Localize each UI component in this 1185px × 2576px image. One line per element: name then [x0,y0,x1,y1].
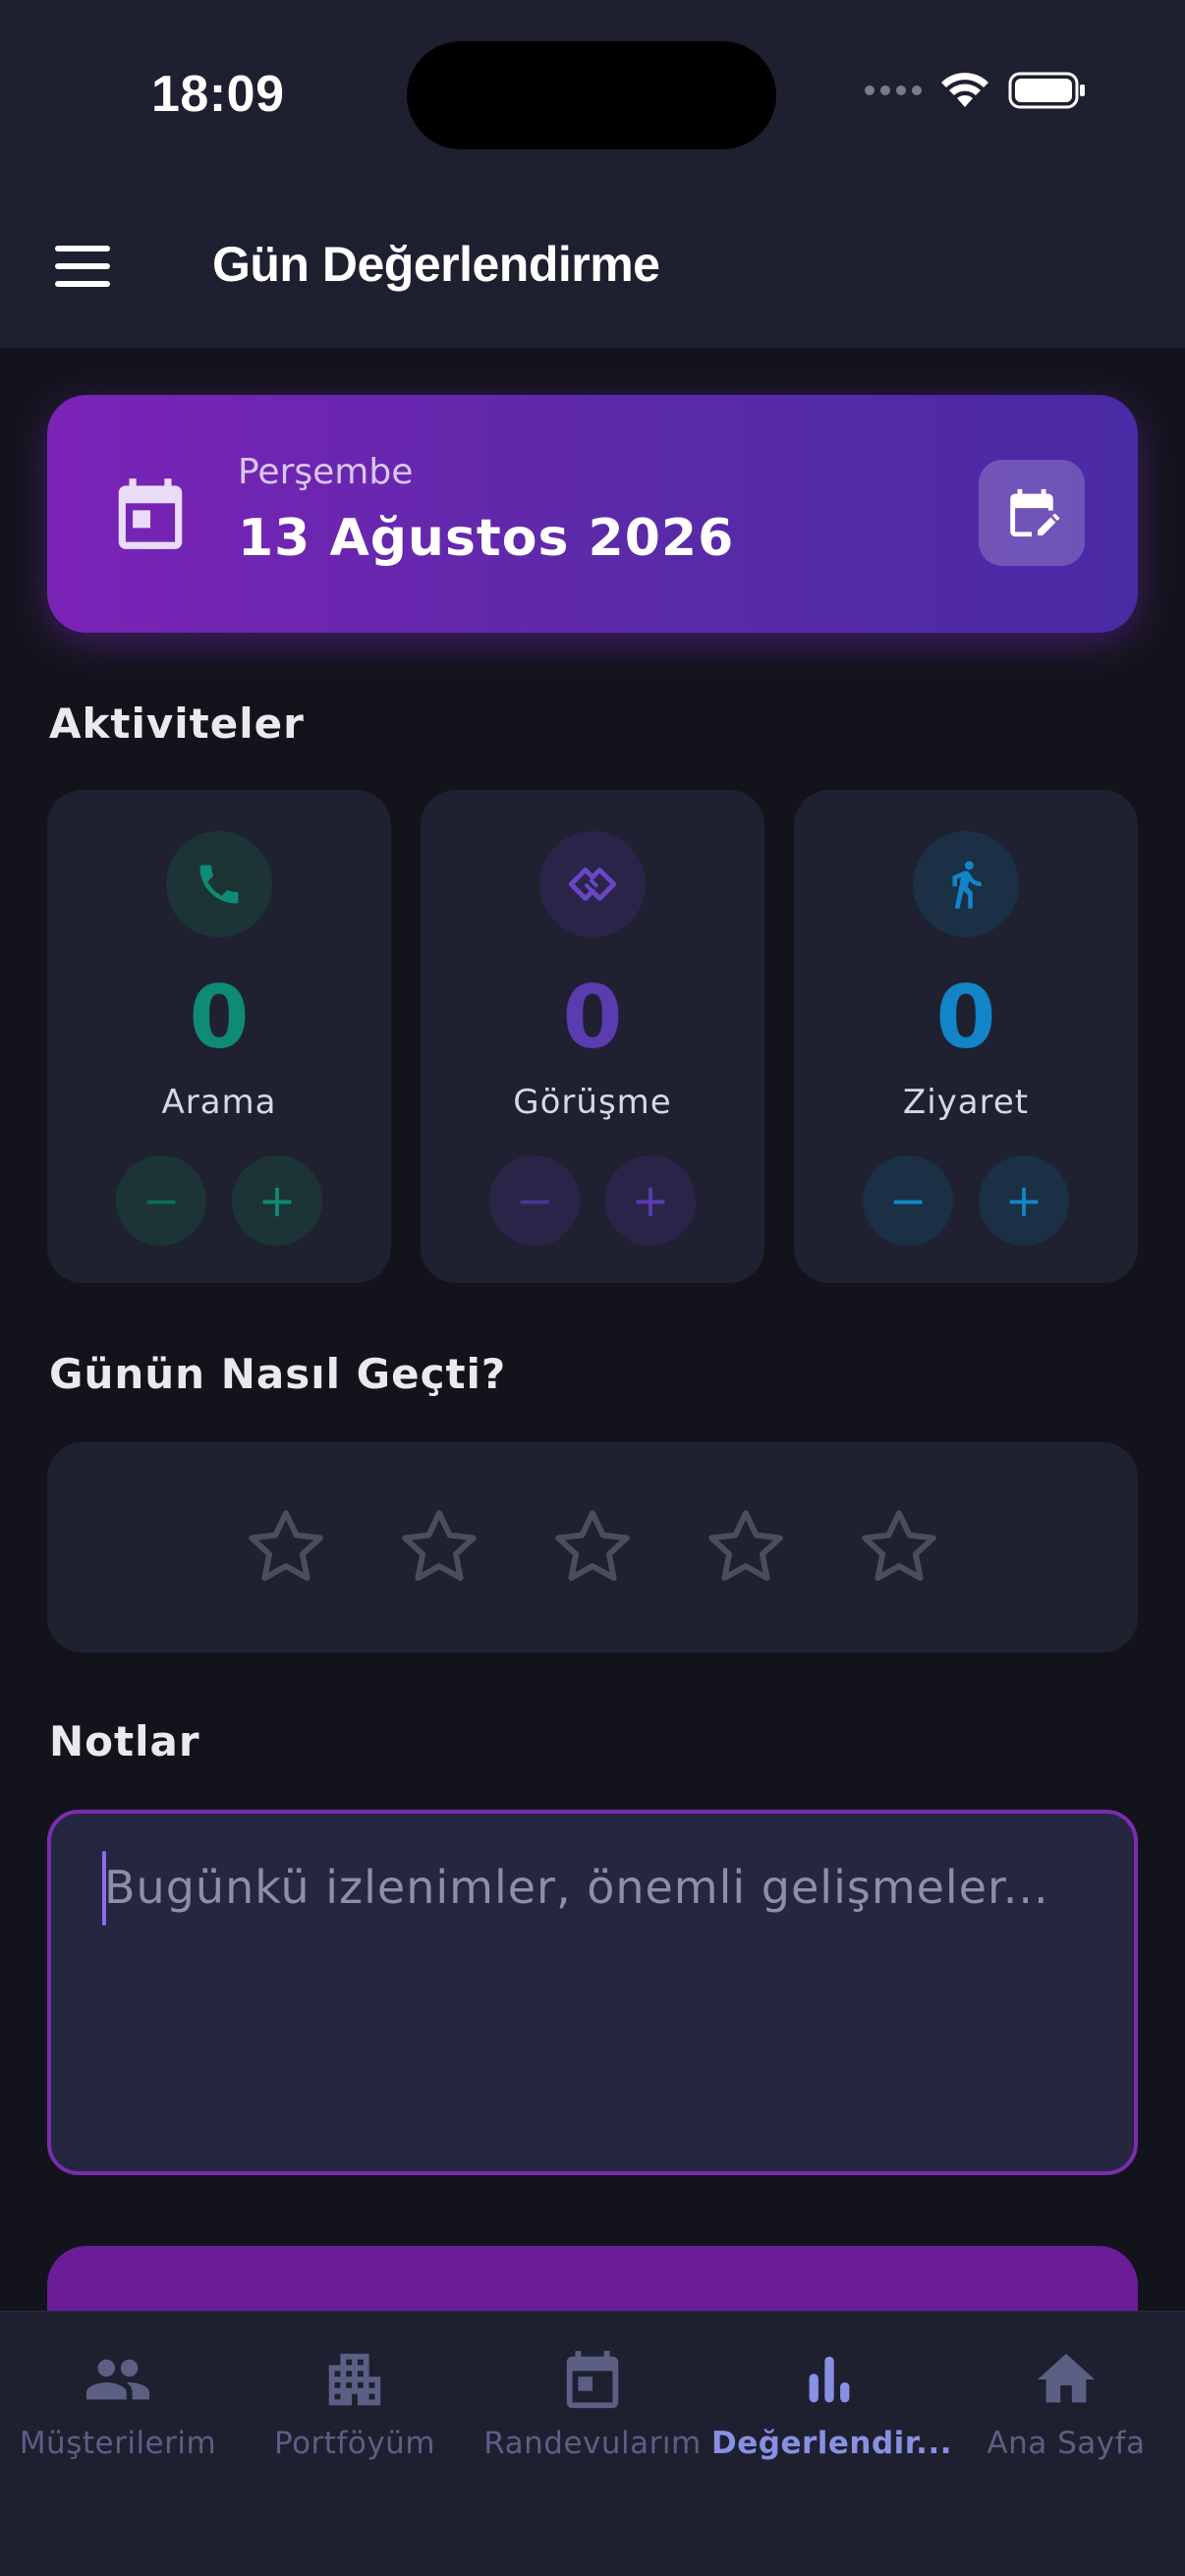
nav-item-portfolio[interactable]: Portföyüm [237,2345,473,2483]
battery-icon [1008,72,1085,109]
date-card: Perşembe 13 Ağustos 2026 [47,395,1138,633]
star-icon[interactable] [856,1504,942,1591]
phone-icon [199,865,239,904]
page-title: Gün Değerlendirme [212,237,660,292]
activity-card-arama: 0 Arama − + [47,790,391,1283]
nav-label: Müşterilerim [19,2426,217,2461]
notes-input[interactable]: Bugünkü izlenimler, önemli gelişmeler... [47,1810,1138,2175]
activity-label: Görüşme [513,1083,672,1122]
top-app-bar: 18:09 Gün Değerlendirme [0,0,1185,348]
walking-person-icon [952,861,982,909]
calendar-icon [566,2350,619,2409]
activity-count: 0 [935,967,996,1068]
people-icon [85,2359,150,2400]
ziyaret-decrement-button[interactable]: − [863,1155,953,1246]
rating-title: Günün Nasıl Geçti? [49,1350,507,1398]
star-icon[interactable] [703,1504,789,1591]
star-icon[interactable] [549,1504,636,1591]
activity-count: 0 [562,967,623,1068]
nav-label: Randevularım [483,2426,702,2461]
calendar-icon [118,478,183,549]
dynamic-island [407,41,776,149]
date-weekday: Perşembe [238,452,414,492]
calendar-edit-icon [1010,488,1060,537]
bottom-navigation: Müşterilerim Portföyüm Randevularım Değe… [0,2311,1185,2576]
wifi-icon [941,73,988,107]
handshake-icon [568,868,617,901]
bar-chart-icon [809,2356,850,2403]
home-icon [1037,2353,1096,2403]
nav-item-appointments[interactable]: Randevularım [475,2345,710,2483]
status-time: 18:09 [151,66,285,123]
activity-card-ziyaret: 0 Ziyaret − + [794,790,1138,1283]
star-icon[interactable] [396,1504,482,1591]
nav-item-customers[interactable]: Müşterilerim [0,2345,236,2483]
nav-label: Ana Sayfa [987,2426,1146,2461]
phone-icon-wrap [166,831,272,937]
nav-item-home[interactable]: Ana Sayfa [948,2345,1184,2483]
star-icon[interactable] [243,1504,329,1591]
rating-card [47,1442,1138,1652]
nav-label: Portföyüm [273,2426,436,2461]
buildings-icon [328,2353,381,2406]
gorusme-increment-button[interactable]: + [605,1155,696,1246]
handshake-icon-wrap [539,831,646,937]
activities-title: Aktiviteler [49,700,305,748]
cellular-signal-icon [865,85,922,95]
gorusme-decrement-button[interactable]: − [489,1155,580,1246]
hamburger-menu-icon[interactable] [55,246,110,287]
status-icons [865,71,1087,110]
activity-card-gorusme: 0 Görüşme − + [421,790,764,1283]
notes-placeholder: Bugünkü izlenimler, önemli gelişmeler... [104,1861,1049,1914]
change-date-button[interactable] [979,460,1085,566]
activity-label: Ziyaret [902,1083,1030,1122]
nav-label: Değerlendir... [711,2426,952,2461]
activity-label: Arama [161,1083,277,1122]
nav-item-evaluation[interactable]: Değerlendir... [711,2345,952,2483]
arama-decrement-button[interactable]: − [116,1155,206,1246]
arama-increment-button[interactable]: + [232,1155,322,1246]
date-full: 13 Ağustos 2026 [238,509,735,568]
walking-icon-wrap [913,831,1019,937]
activity-count: 0 [189,967,250,1068]
notes-title: Notlar [49,1717,200,1765]
header: Gün Değerlendirme [0,206,1185,326]
ziyaret-increment-button[interactable]: + [979,1155,1069,1246]
